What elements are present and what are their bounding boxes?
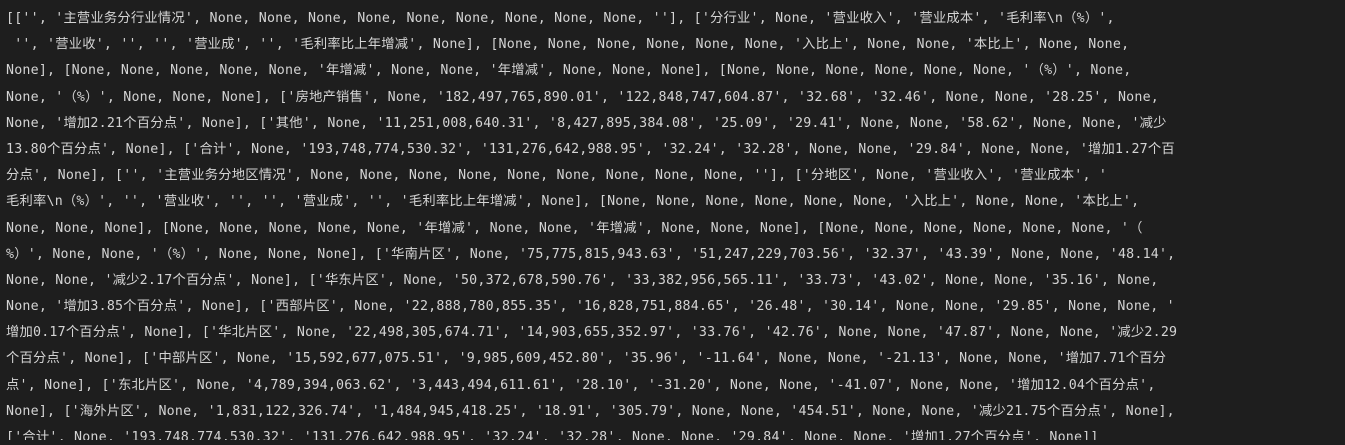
output-line: 点', None], ['东北片区', None, '4,789,394,063… [6, 377, 1156, 393]
console-output: [['', '主营业务分行业情况', None, None, None, Non… [6, 6, 1340, 440]
output-line: None], [None, None, None, None, None, '年… [6, 63, 1132, 79]
output-line: None, None, None], [None, None, None, No… [6, 220, 1143, 236]
output-line: [['', '主营业务分行业情况', None, None, None, Non… [6, 11, 1115, 26]
output-line: None, None, '减少2.17个百分点', None], ['华东片区'… [6, 272, 1159, 288]
output-line: None, '增加3.85个百分点', None], ['西部片区', None… [6, 299, 1175, 315]
output-line: None, '增加2.21个百分点', None], ['其他', None, … [6, 115, 1167, 131]
output-line: 分点', None], ['', '主营业务分地区情况', None, None… [6, 168, 1108, 184]
output-line: None, '（%）', None, None, None], ['房地产销售'… [6, 89, 1159, 105]
output-line: 13.80个百分点', None], ['合计', None, '193,748… [6, 141, 1175, 157]
output-line: %）', None, None, '（%）', None, None, None… [6, 246, 1176, 262]
output-line: 毛利率\n（%）', '', '营业收', '', '', '营业成', '',… [6, 194, 1140, 210]
output-line: None], ['海外片区', None, '1,831,122,326.74'… [6, 403, 1175, 419]
output-line: '', '营业收', '', '', '营业成', '', '毛利率比上年增减'… [6, 37, 1130, 53]
output-line: 个百分点', None], ['中部片区', None, '15,592,677… [6, 351, 1167, 367]
output-line: ['合计', None, '193,748,774,530.32', '131,… [6, 430, 1099, 440]
output-line: 增加0.17个百分点', None], ['华北片区', None, '22,4… [6, 325, 1178, 341]
